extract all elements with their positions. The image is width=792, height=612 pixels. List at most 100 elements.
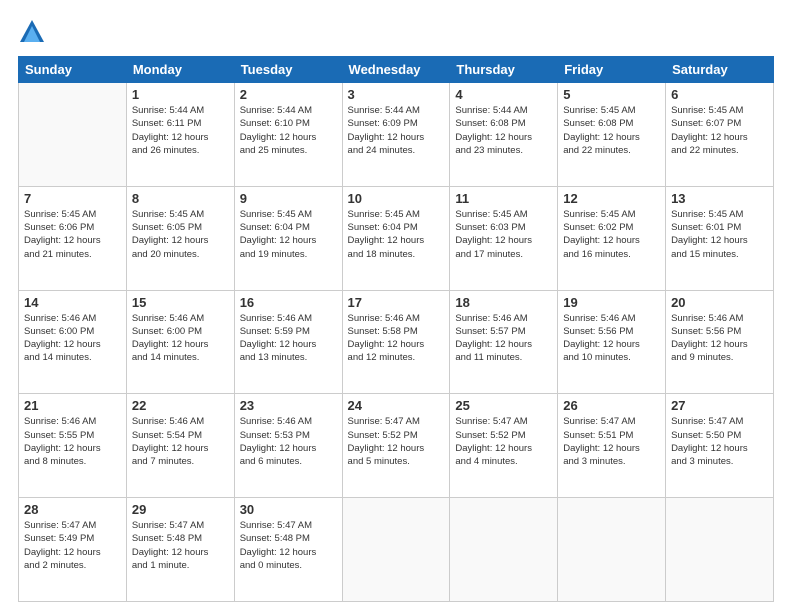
day-header-wednesday: Wednesday [342,57,450,83]
calendar-cell: 21Sunrise: 5:46 AM Sunset: 5:55 PM Dayli… [19,394,127,498]
day-header-saturday: Saturday [666,57,774,83]
day-number: 29 [132,502,229,517]
calendar-cell [19,83,127,187]
day-number: 4 [455,87,552,102]
day-info: Sunrise: 5:44 AM Sunset: 6:10 PM Dayligh… [240,104,337,157]
day-number: 1 [132,87,229,102]
day-info: Sunrise: 5:46 AM Sunset: 5:56 PM Dayligh… [671,312,768,365]
week-row-1: 7 Sunrise: 5:45 AM Sunset: 6:06 PM Daylig… [19,186,774,290]
calendar-cell: 15Sunrise: 5:46 AM Sunset: 6:00 PM Dayli… [126,290,234,394]
day-number: 12 [563,191,660,206]
day-info: Sunrise: 5:44 AM Sunset: 6:11 PM Dayligh… [132,104,229,157]
calendar-cell: 4Sunrise: 5:44 AM Sunset: 6:08 PM Daylig… [450,83,558,187]
day-info: Sunrise: 5:45 AM Sunset: 6:02 PM Dayligh… [563,208,660,261]
calendar-cell [666,498,774,602]
week-row-4: 28 Sunrise: 5:47 AM Sunset: 5:49 PM Dayli… [19,498,774,602]
day-number: 30 [240,502,337,517]
day-info: Sunrise: 5:46 AM Sunset: 5:54 PM Dayligh… [132,415,229,468]
calendar-cell: 12 Sunrise: 5:45 AM Sunset: 6:02 PM Dayli… [558,186,666,290]
day-number: 19 [563,295,660,310]
calendar-cell: 13Sunrise: 5:45 AM Sunset: 6:01 PM Dayli… [666,186,774,290]
day-header-thursday: Thursday [450,57,558,83]
calendar-cell [450,498,558,602]
day-number: 8 [132,191,229,206]
calendar-cell: 25 Sunrise: 5:47 AM Sunset: 5:52 PM Dayli… [450,394,558,498]
day-header-friday: Friday [558,57,666,83]
calendar-cell: 20 Sunrise: 5:46 AM Sunset: 5:56 PM Dayli… [666,290,774,394]
calendar-cell: 5 Sunrise: 5:45 AM Sunset: 6:08 PM Daylig… [558,83,666,187]
day-number: 16 [240,295,337,310]
day-number: 11 [455,191,552,206]
calendar-cell: 29Sunrise: 5:47 AM Sunset: 5:48 PM Dayli… [126,498,234,602]
day-header-tuesday: Tuesday [234,57,342,83]
header [18,18,774,46]
calendar-cell: 28 Sunrise: 5:47 AM Sunset: 5:49 PM Dayli… [19,498,127,602]
logo-icon [18,18,46,46]
calendar-cell: 2 Sunrise: 5:44 AM Sunset: 6:10 PM Daylig… [234,83,342,187]
day-info: Sunrise: 5:46 AM Sunset: 5:53 PM Dayligh… [240,415,337,468]
calendar-cell: 11 Sunrise: 5:45 AM Sunset: 6:03 PM Dayli… [450,186,558,290]
calendar-header: SundayMondayTuesdayWednesdayThursdayFrid… [19,57,774,83]
day-info: Sunrise: 5:47 AM Sunset: 5:52 PM Dayligh… [348,415,445,468]
day-info: Sunrise: 5:45 AM Sunset: 6:08 PM Dayligh… [563,104,660,157]
day-header-sunday: Sunday [19,57,127,83]
page: SundayMondayTuesdayWednesdayThursdayFrid… [0,0,792,612]
day-info: Sunrise: 5:47 AM Sunset: 5:51 PM Dayligh… [563,415,660,468]
calendar-cell: 22Sunrise: 5:46 AM Sunset: 5:54 PM Dayli… [126,394,234,498]
day-number: 27 [671,398,768,413]
day-info: Sunrise: 5:47 AM Sunset: 5:49 PM Dayligh… [24,519,121,572]
calendar-cell: 19Sunrise: 5:46 AM Sunset: 5:56 PM Dayli… [558,290,666,394]
calendar-table: SundayMondayTuesdayWednesdayThursdayFrid… [18,56,774,602]
day-info: Sunrise: 5:45 AM Sunset: 6:07 PM Dayligh… [671,104,768,157]
day-number: 26 [563,398,660,413]
calendar-cell: 9Sunrise: 5:45 AM Sunset: 6:04 PM Daylig… [234,186,342,290]
day-info: Sunrise: 5:47 AM Sunset: 5:50 PM Dayligh… [671,415,768,468]
day-number: 17 [348,295,445,310]
day-info: Sunrise: 5:46 AM Sunset: 6:00 PM Dayligh… [24,312,121,365]
day-number: 2 [240,87,337,102]
day-header-monday: Monday [126,57,234,83]
header-row: SundayMondayTuesdayWednesdayThursdayFrid… [19,57,774,83]
day-number: 24 [348,398,445,413]
calendar-cell: 14 Sunrise: 5:46 AM Sunset: 6:00 PM Dayli… [19,290,127,394]
day-number: 3 [348,87,445,102]
calendar-cell: 23 Sunrise: 5:46 AM Sunset: 5:53 PM Dayli… [234,394,342,498]
day-number: 15 [132,295,229,310]
day-number: 20 [671,295,768,310]
calendar-body: 1 Sunrise: 5:44 AM Sunset: 6:11 PM Daylig… [19,83,774,602]
day-info: Sunrise: 5:45 AM Sunset: 6:06 PM Dayligh… [24,208,121,261]
logo [18,18,50,46]
day-number: 25 [455,398,552,413]
day-info: Sunrise: 5:47 AM Sunset: 5:52 PM Dayligh… [455,415,552,468]
calendar-cell: 7 Sunrise: 5:45 AM Sunset: 6:06 PM Daylig… [19,186,127,290]
day-number: 14 [24,295,121,310]
day-info: Sunrise: 5:45 AM Sunset: 6:05 PM Dayligh… [132,208,229,261]
day-number: 7 [24,191,121,206]
day-info: Sunrise: 5:46 AM Sunset: 5:59 PM Dayligh… [240,312,337,365]
calendar-cell: 16 Sunrise: 5:46 AM Sunset: 5:59 PM Dayli… [234,290,342,394]
calendar-cell [558,498,666,602]
day-number: 23 [240,398,337,413]
day-number: 28 [24,502,121,517]
calendar-cell: 8 Sunrise: 5:45 AM Sunset: 6:05 PM Daylig… [126,186,234,290]
calendar-cell: 18 Sunrise: 5:46 AM Sunset: 5:57 PM Dayli… [450,290,558,394]
day-info: Sunrise: 5:45 AM Sunset: 6:03 PM Dayligh… [455,208,552,261]
day-info: Sunrise: 5:46 AM Sunset: 5:57 PM Dayligh… [455,312,552,365]
calendar-cell: 3 Sunrise: 5:44 AM Sunset: 6:09 PM Daylig… [342,83,450,187]
week-row-0: 1 Sunrise: 5:44 AM Sunset: 6:11 PM Daylig… [19,83,774,187]
calendar-cell: 24 Sunrise: 5:47 AM Sunset: 5:52 PM Dayli… [342,394,450,498]
calendar-cell: 10Sunrise: 5:45 AM Sunset: 6:04 PM Dayli… [342,186,450,290]
day-number: 18 [455,295,552,310]
calendar-cell: 30Sunrise: 5:47 AM Sunset: 5:48 PM Dayli… [234,498,342,602]
day-info: Sunrise: 5:44 AM Sunset: 6:09 PM Dayligh… [348,104,445,157]
day-number: 21 [24,398,121,413]
calendar-cell: 1 Sunrise: 5:44 AM Sunset: 6:11 PM Daylig… [126,83,234,187]
day-info: Sunrise: 5:45 AM Sunset: 6:04 PM Dayligh… [240,208,337,261]
day-number: 5 [563,87,660,102]
day-number: 6 [671,87,768,102]
week-row-2: 14 Sunrise: 5:46 AM Sunset: 6:00 PM Dayli… [19,290,774,394]
calendar-cell: 6 Sunrise: 5:45 AM Sunset: 6:07 PM Daylig… [666,83,774,187]
calendar-cell: 26 Sunrise: 5:47 AM Sunset: 5:51 PM Dayli… [558,394,666,498]
day-number: 10 [348,191,445,206]
day-info: Sunrise: 5:46 AM Sunset: 5:58 PM Dayligh… [348,312,445,365]
